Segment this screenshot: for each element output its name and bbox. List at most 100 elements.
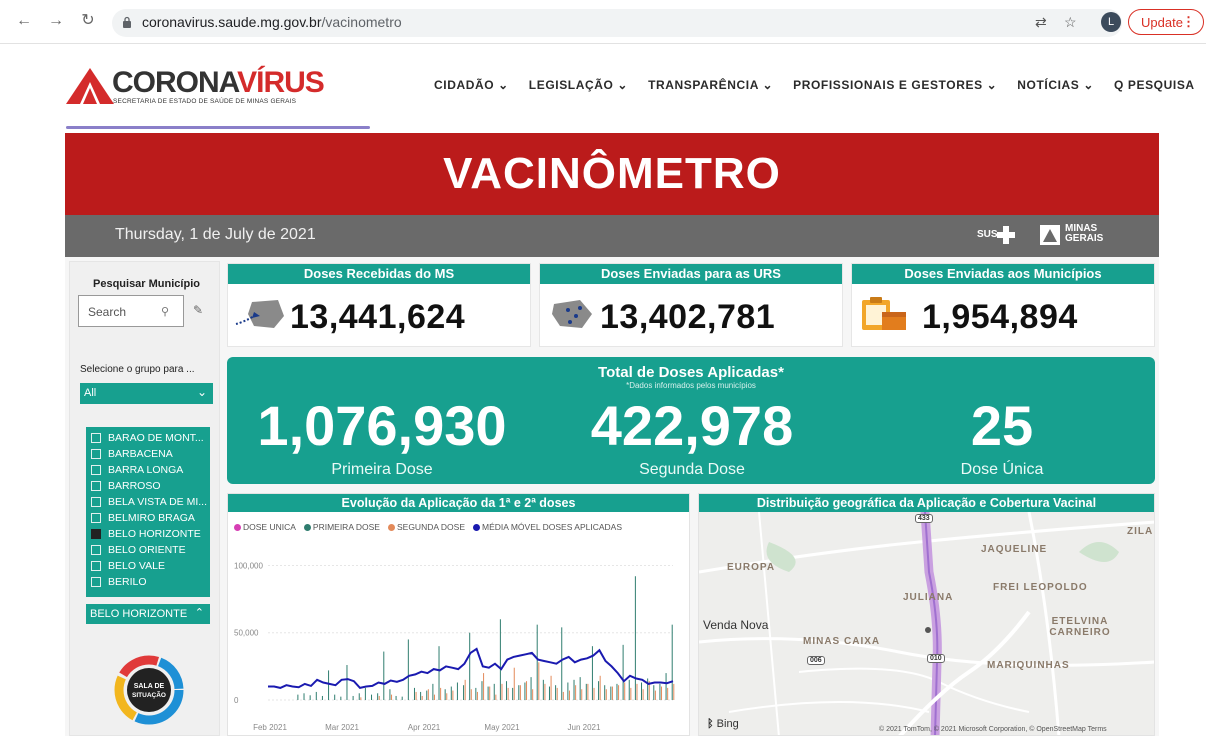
map-label: MARIQUINHAS: [987, 660, 1070, 671]
kpi-doses-urs: Doses Enviadas para as URS 13,402,781: [539, 263, 843, 347]
clipboard-box-icon: [862, 297, 906, 330]
group-label: Selecione o grupo para ...: [80, 364, 195, 375]
municipality-label: BARAO DE MONT...: [108, 432, 204, 444]
map-label: ZILA: [1127, 526, 1154, 537]
municipality-label: BELO ORIENTE: [108, 544, 186, 556]
eraser-icon[interactable]: ✎: [193, 303, 203, 317]
road-badge: 010: [927, 654, 945, 663]
group-select[interactable]: All ⌄: [80, 383, 213, 404]
municipality-select[interactable]: BELO HORIZONTE ⌃: [86, 604, 210, 624]
kpi-value: 13,402,781: [600, 298, 776, 336]
search-input[interactable]: Search ⚲: [78, 295, 184, 327]
kpi-doses-municipios: Doses Enviadas aos Municípios 1,954,894: [851, 263, 1155, 347]
sala-de-situacao-logo[interactable]: SALA DE SITUAÇÃO: [110, 654, 188, 726]
search-placeholder: Search: [88, 305, 127, 319]
municipality-label: BELO HORIZONTE: [108, 528, 201, 540]
site-logo[interactable]: CORONAVÍRUS: [112, 66, 325, 100]
checkbox[interactable]: [91, 465, 101, 475]
menu-pesquisa[interactable]: Q PESQUISA: [1114, 78, 1195, 92]
x-tick-label: Mar 2021: [325, 723, 359, 732]
update-button[interactable]: Update ⋮: [1128, 9, 1204, 35]
municipality-item[interactable]: BARAO DE MONT...: [86, 430, 210, 446]
checkbox[interactable]: [91, 513, 101, 523]
site-logo-subtitle: SECRETARIA DE ESTADO DE SAÚDE DE MINAS G…: [113, 98, 297, 105]
single-dose-label: Dose Única: [960, 461, 1044, 478]
sidebar: Pesquisar Município Search ⚲ ✎ Selecione…: [69, 261, 220, 736]
kpi-title: Doses Recebidas do MS: [228, 264, 530, 284]
map-label: JAQUELINE: [981, 544, 1048, 555]
minas-gerais-logo: MINAS GERAIS: [1065, 223, 1104, 244]
search-icon[interactable]: ⚲: [161, 305, 169, 318]
kpi-doses-recebidas: Doses Recebidas do MS 13,441,624: [227, 263, 531, 347]
url-text: coronavirus.saude.mg.gov.br/vacinometro: [142, 14, 402, 30]
checkbox[interactable]: [91, 497, 101, 507]
menu-transparencia[interactable]: TRANSPARÊNCIA ⌄: [648, 78, 773, 92]
checkbox[interactable]: [91, 529, 101, 539]
current-date: Thursday, 1 de July de 2021: [115, 226, 316, 243]
checkbox[interactable]: [91, 433, 101, 443]
date-bar: Thursday, 1 de July de 2021 SUS MINAS GE…: [65, 215, 1159, 257]
map-title: Distribuição geográfica da Aplicação e C…: [699, 494, 1154, 512]
map-copyright[interactable]: © 2021 TomTom, © 2021 Microsoft Corporat…: [879, 726, 1107, 733]
chevron-down-icon: ⌄: [196, 385, 207, 399]
translate-icon[interactable]: ⇄: [1035, 14, 1047, 31]
map-label: ETELVINA CARNEIRO: [1049, 616, 1111, 638]
logo-icon[interactable]: [66, 68, 114, 104]
checkbox[interactable]: [91, 561, 101, 571]
sidebar-title: Pesquisar Município: [93, 278, 200, 290]
map-truck-icon: [235, 300, 284, 328]
evolution-chart[interactable]: 0 50,000 100,000 Feb 2021 Mar 2021 Apr 2021 Ma…: [228, 512, 689, 736]
star-icon[interactable]: ☆: [1064, 14, 1077, 31]
geo-map[interactable]: EUROPA JAQUELINE FREI LEOPOLDO JULIANA Z…: [699, 512, 1154, 735]
y-tick-label: 100,000: [234, 561, 263, 570]
municipality-item[interactable]: BARROSO: [86, 478, 210, 494]
menu-dots-icon[interactable]: ⋮: [1182, 14, 1195, 30]
header-divider: [66, 126, 370, 129]
menu-cidadao[interactable]: CIDADÃO ⌄: [434, 78, 509, 92]
municipality-item[interactable]: BELA VISTA DE MI...: [86, 494, 210, 510]
municipality-label: BELO VALE: [108, 560, 166, 572]
municipality-list[interactable]: BARAO DE MONT... BARBACENA BARRA LONGA BARR…: [86, 427, 210, 597]
main-menu: CIDADÃO ⌄ LEGISLAÇÃO ⌄ TRANSPARÊNCIA ⌄ P…: [434, 78, 1195, 92]
menu-legislacao[interactable]: LEGISLAÇÃO ⌄: [529, 78, 628, 92]
menu-profissionais[interactable]: PROFISSIONAIS E GESTORES ⌄: [793, 78, 997, 92]
lock-icon: [123, 16, 131, 28]
road-badge: 006: [807, 656, 825, 665]
checkbox[interactable]: [91, 577, 101, 587]
checkbox[interactable]: [91, 481, 101, 491]
reload-icon[interactable]: ↻: [78, 11, 98, 31]
evolution-chart-panel: Evolução da Aplicação da 1ª e 2ª doses D…: [227, 493, 690, 736]
municipality-item[interactable]: BELO HORIZONTE: [86, 526, 210, 542]
municipality-item[interactable]: BERILO: [86, 574, 210, 590]
municipality-item[interactable]: BELO ORIENTE: [86, 542, 210, 558]
municipality-item[interactable]: BELO VALE: [86, 558, 210, 574]
map-label: MINAS CAIXA: [803, 636, 881, 647]
avatar[interactable]: L: [1101, 12, 1121, 32]
municipality-label: BARBACENA: [108, 448, 173, 460]
map-label: FREI LEOPOLDO: [993, 582, 1088, 593]
kpi-value: 1,954,894: [922, 298, 1078, 336]
total-title: Total de Doses Aplicadas*: [598, 364, 784, 381]
menu-noticias[interactable]: NOTÍCIAS ⌄: [1017, 78, 1094, 92]
sus-cross-icon: [997, 226, 1015, 244]
municipality-item[interactable]: BARRA LONGA: [86, 462, 210, 478]
bing-icon: ᛒ: [707, 718, 714, 730]
back-icon[interactable]: ←: [14, 11, 34, 31]
address-bar[interactable]: coronavirus.saude.mg.gov.br/vacinometro: [112, 9, 1122, 37]
single-dose-value: 25: [970, 394, 1034, 457]
checkbox[interactable]: [91, 545, 101, 555]
total-doses-panel: Total de Doses Aplicadas* *Dados informa…: [227, 357, 1155, 484]
municipality-label: BELA VISTA DE MI...: [108, 496, 208, 508]
municipality-item[interactable]: BELMIRO BRAGA: [86, 510, 210, 526]
page-title: VACINÔMETRO: [65, 133, 1159, 215]
municipality-label: BELMIRO BRAGA: [108, 512, 195, 524]
second-dose-value: 422,978: [590, 394, 794, 457]
kpi-title: Doses Enviadas para as URS: [540, 264, 842, 284]
forward-icon[interactable]: →: [46, 11, 66, 31]
first-dose-label: Primeira Dose: [331, 461, 433, 478]
checkbox[interactable]: [91, 449, 101, 459]
minas-gerais-logo-icon: [1040, 225, 1060, 245]
y-tick-label: 0: [234, 696, 239, 705]
municipality-item[interactable]: BARBACENA: [86, 446, 210, 462]
kpi-value: 13,441,624: [290, 298, 466, 336]
